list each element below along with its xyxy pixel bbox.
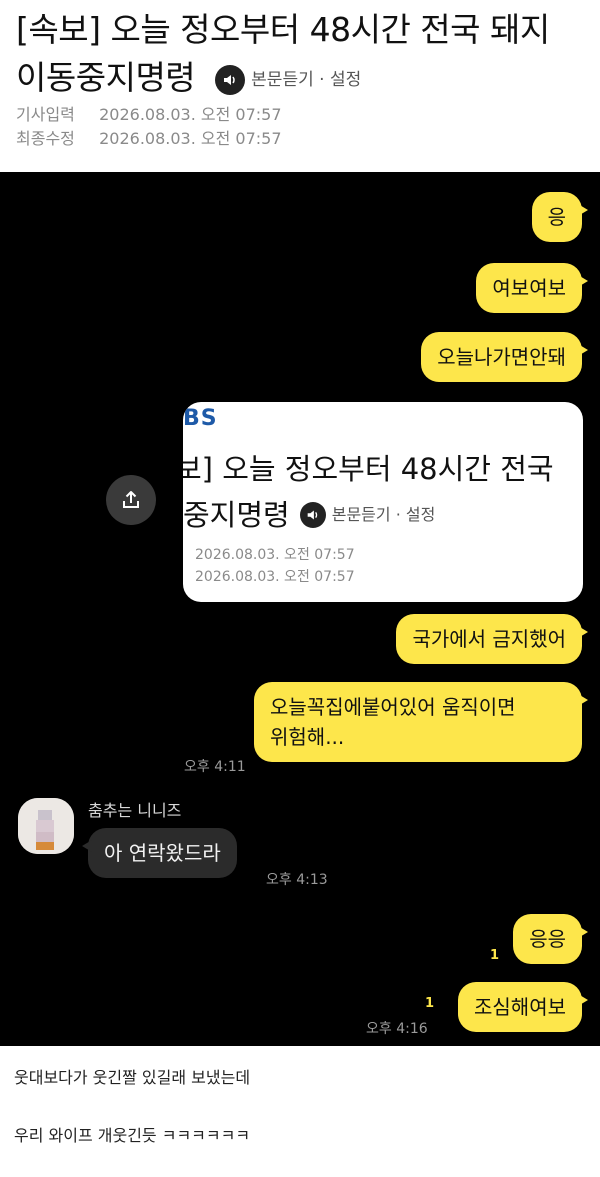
meta-label: 최종수정 [16, 129, 75, 148]
meta-row-input: 기사입력 2026.08.03. 오전 07:57 [16, 103, 282, 127]
listen-settings-label[interactable]: 본문듣기 · 설정 [251, 56, 361, 104]
message-bubble-out[interactable]: 여보여보 [476, 263, 588, 313]
message-line: 오늘꼭집에붙어있어 움직이면 [270, 695, 516, 719]
card-meta: 2026.08.03. 오전 07:57 2026.08.03. 오전 07:5… [195, 544, 355, 588]
message-bubble-out[interactable]: 오늘나가면안돼 [421, 332, 588, 382]
card-meta-line: 2026.08.03. 오전 07:57 [195, 569, 355, 585]
message-bubble-out[interactable]: 응응 [513, 914, 588, 964]
caption-line: 웃대보다가 웃긴짤 있길래 보냈는데 [14, 1068, 251, 1087]
news-logo: BS [183, 406, 218, 431]
meta-label: 기사입력 [16, 105, 75, 124]
avatar[interactable] [18, 798, 74, 854]
card-headline-line1: 보] 오늘 정오부터 48시간 전국 [183, 452, 554, 486]
article-header: [속보] 오늘 정오부터 48시간 전국 돼지 이동중지명령 본문듣기 · 설정… [0, 0, 600, 172]
article-headline-line2: 이동중지명령 [16, 58, 196, 97]
message-bubble-out-multiline[interactable]: 오늘꼭집에붙어있어 움직이면 위험해... [254, 682, 588, 762]
article-headline-line1: [속보] 오늘 정오부터 48시간 전국 돼지 [16, 10, 550, 49]
caption-line: 우리 와이프 개웃긴듯 ㅋㅋㅋㅋㅋㅋ [14, 1126, 251, 1145]
share-icon [123, 491, 139, 508]
message-bubble-in[interactable]: 아 연락왔드라 [82, 828, 237, 878]
message-time: 오후 4:13 [266, 872, 328, 888]
share-button[interactable] [106, 475, 156, 525]
unread-count: 1 [490, 948, 500, 963]
message-bubble-out[interactable]: 응 [531, 192, 589, 242]
sender-name: 춤추는 니니즈 [88, 801, 182, 820]
card-meta-line: 2026.08.03. 오전 07:57 [195, 547, 355, 563]
card-listen-settings-label: 본문듣기 · 설정 [331, 505, 436, 524]
card-headline-line2: 중지명령 본문듣기 · 설정 [183, 492, 583, 538]
article-meta: 기사입력 2026.08.03. 오전 07:57 최종수정 2026.08.0… [16, 103, 282, 151]
meta-value: 2026.08.03. 오전 07:57 [99, 129, 282, 148]
message-time: 오후 4:11 [184, 759, 246, 775]
speaker-icon [299, 502, 326, 528]
listen-settings-tools[interactable]: 본문듣기 · 설정 [215, 56, 361, 104]
message-time: 오후 4:16 [366, 1021, 428, 1037]
speaker-icon[interactable] [215, 64, 246, 95]
meta-row-modified: 최종수정 2026.08.03. 오전 07:57 [16, 127, 282, 151]
article-headline: [속보] 오늘 정오부터 48시간 전국 돼지 이동중지명령 본문듣기 · 설정 [16, 6, 596, 104]
unread-count: 1 [425, 996, 435, 1011]
message-bubble-out[interactable]: 국가에서 금지했어 [396, 614, 588, 664]
meta-value: 2026.08.03. 오전 07:57 [99, 105, 282, 124]
message-bubble-out[interactable]: 조심해여보 [458, 982, 588, 1032]
card-listen-settings: 본문듣기 · 설정 [299, 492, 436, 538]
shared-article-card[interactable]: BS 보] 오늘 정오부터 48시간 전국 중지명령 본문듣기 · 설정 202… [183, 402, 583, 602]
chat-area[interactable]: 응 여보여보 오늘나가면안돼 BS 보] 오늘 정오부터 48시간 전국 중지명… [0, 172, 600, 1046]
message-line: 위험해... [270, 725, 345, 749]
post-caption: 웃대보다가 웃긴짤 있길래 보냈는데 우리 와이프 개웃긴듯 ㅋㅋㅋㅋㅋㅋ [0, 1046, 600, 1177]
card-headline-text: 중지명령 [183, 498, 290, 532]
